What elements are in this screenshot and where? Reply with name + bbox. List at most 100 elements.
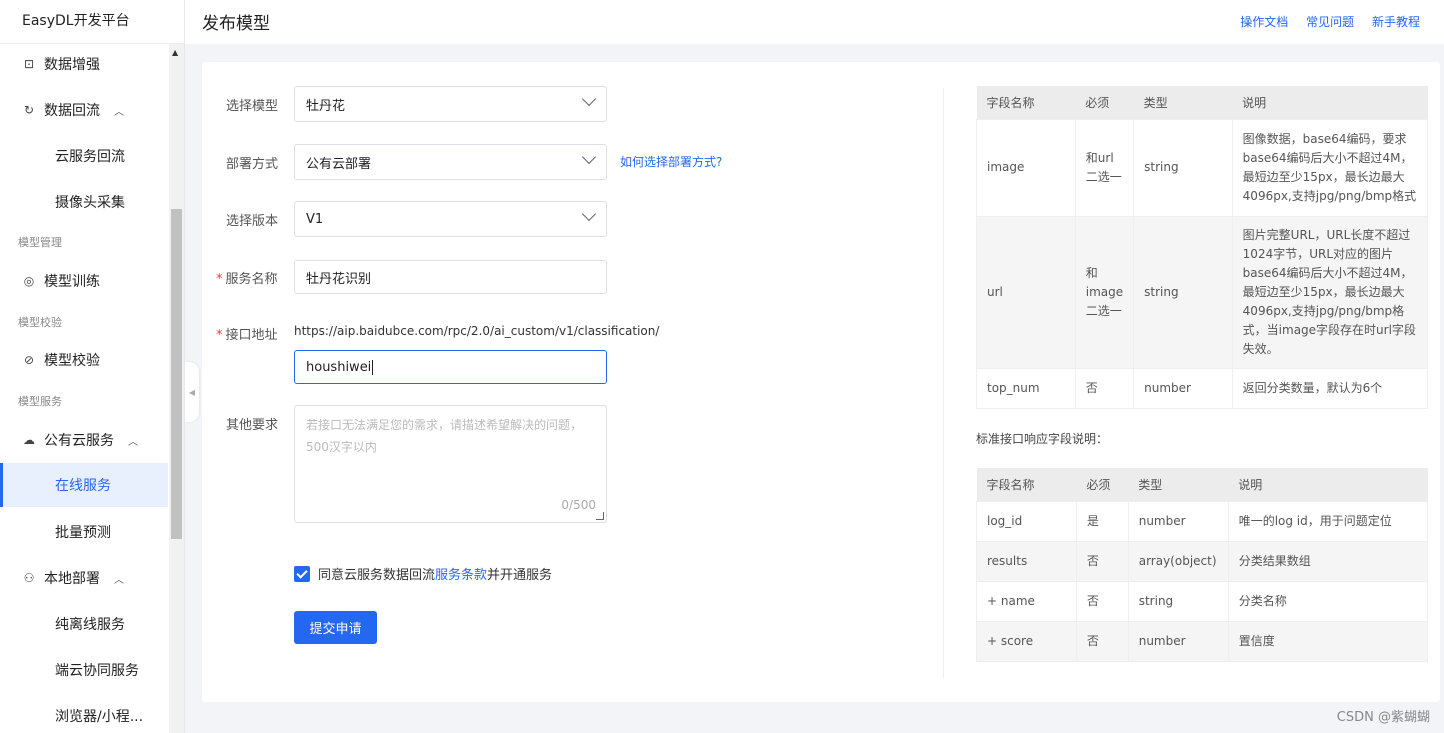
endpoint-label-text: 接口地址 — [225, 328, 278, 343]
table-row: top_num 否 number 返回分类数量，默认为6个 — [976, 367, 1429, 409]
table-cell: 返回分类数量，默认为6个 — [1231, 367, 1429, 409]
table-row: log_id 是 number 唯一的log id，用于问题定位 — [976, 500, 1429, 542]
service-name-input[interactable]: 牡丹花识别 — [294, 260, 607, 294]
sidebar-item-local-deploy[interactable]: ⚇ 本地部署 ︿ — [0, 558, 168, 598]
response-params-table: 字段名称 必须 类型 说明 log_id 是 number 唯一的log id，… — [976, 468, 1429, 662]
chevron-left-icon: ◀ — [188, 387, 196, 397]
tutorial-link[interactable]: 新手教程 — [1372, 15, 1420, 29]
sidebar-item-camera-capture[interactable]: 摄像头采集 — [0, 182, 168, 222]
table-cell: 和image二选一 — [1074, 215, 1135, 369]
sidebar-nav: ⊡ 数据增强 ↻ 数据回流 ︿ 云服务回流 摄像头采集 模型管理 ◎ 模型训练 … — [0, 44, 168, 733]
table-cell: 唯一的log id，用于问题定位 — [1227, 500, 1429, 542]
table-cell: 图片完整URL，URL长度不超过1024字节，URL对应的图片base64编码后… — [1231, 215, 1429, 369]
sidebar-item-label: 数据增强 — [44, 57, 100, 73]
table-header-cell: 说明 — [1228, 468, 1428, 501]
sidebar-item-label: 本地部署 — [44, 571, 100, 587]
table-cell: 和url二选一 — [1074, 118, 1135, 217]
sidebar-collapse-handle[interactable]: ◀ — [185, 362, 199, 422]
sidebar-item-offline-service[interactable]: 纯离线服务 — [0, 604, 168, 644]
terms-text-before: 同意云服务数据回流 — [318, 568, 436, 583]
response-section-title: 标准接口响应字段说明： — [976, 432, 1109, 446]
docs-link[interactable]: 操作文档 — [1240, 15, 1288, 29]
table-cell: results — [976, 540, 1077, 582]
terms-link[interactable]: 服务条款 — [435, 564, 487, 583]
text-cursor — [372, 359, 374, 375]
version-select[interactable]: V1 — [294, 201, 607, 237]
chevron-down-icon — [581, 91, 597, 107]
table-cell: string — [1127, 580, 1229, 622]
table-cell: + score — [976, 620, 1077, 662]
table-cell: string — [1133, 215, 1233, 369]
faq-link[interactable]: 常见问题 — [1306, 15, 1354, 29]
version-select-value: V1 — [306, 211, 324, 227]
char-counter: 0/500 — [561, 498, 596, 512]
table-cell: number — [1127, 500, 1229, 542]
table-row: results 否 array(object) 分类结果数组 — [976, 540, 1429, 582]
endpoint-suffix-input[interactable]: houshiwei — [294, 350, 607, 384]
textarea-placeholder: 若接口无法满足您的需求，请描述希望解决的问题，500汉字以内 — [306, 418, 583, 454]
table-cell: 分类名称 — [1227, 580, 1429, 622]
table-cell: image — [976, 118, 1076, 217]
cloud-icon: ☁ — [23, 433, 35, 447]
model-select[interactable]: 牡丹花 — [294, 86, 607, 122]
table-header-cell: 字段名称 — [976, 86, 1076, 119]
table-cell: log_id — [976, 500, 1077, 542]
sidebar-item-label: 批量预测 — [55, 525, 111, 541]
deploy-select-label: 部署方式 — [226, 157, 279, 172]
sidebar-scrollbar[interactable]: ▲ — [169, 44, 184, 733]
table-header-cell: 必须 — [1076, 468, 1129, 501]
deploy-select-value: 公有云部署 — [306, 156, 372, 172]
group-label-model-service: 模型服务 — [18, 395, 62, 408]
sidebar-item-online-service[interactable]: 在线服务 — [0, 463, 168, 507]
table-cell: 是 — [1075, 500, 1129, 542]
deploy-help-link[interactable]: 如何选择部署方式? — [620, 153, 722, 170]
table-cell: string — [1133, 118, 1233, 217]
sidebar-item-model-validation[interactable]: ⊘ 模型校验 — [0, 340, 168, 380]
sidebar-item-public-cloud[interactable]: ☁ 公有云服务 ︿ — [0, 420, 168, 460]
table-cell: 否 — [1075, 540, 1129, 582]
resize-handle-icon[interactable] — [596, 512, 604, 520]
sidebar-item-cloud-reflow[interactable]: 云服务回流 — [0, 136, 168, 176]
sidebar-item-data-augment[interactable]: ⊡ 数据增强 — [0, 44, 168, 84]
page-title: 发布模型 — [202, 14, 270, 34]
table-cell: top_num — [976, 367, 1076, 409]
table-header-cell: 类型 — [1128, 468, 1229, 501]
check-circle-icon: ⊘ — [23, 353, 35, 367]
other-requirements-label: 其他要求 — [226, 418, 279, 433]
sidebar-item-label: 模型校验 — [44, 353, 100, 369]
table-row: url 和image二选一 string 图片完整URL，URL长度不超过102… — [976, 215, 1429, 369]
table-header-row: 字段名称 必须 类型 说明 — [976, 468, 1428, 501]
scrollbar-thumb[interactable] — [171, 209, 182, 539]
local-deploy-icon: ⚇ — [23, 571, 35, 585]
sidebar-item-label: 浏览器/小程... — [55, 709, 144, 725]
request-params-table: 字段名称 必须 类型 说明 image 和url二选一 string 图像数据，… — [976, 86, 1429, 409]
sidebar-item-edge-cloud[interactable]: 端云协同服务 — [0, 650, 168, 690]
sidebar-item-data-reflow[interactable]: ↻ 数据回流 ︿ — [0, 90, 168, 130]
table-cell: 否 — [1075, 620, 1129, 662]
sidebar-item-label: 端云协同服务 — [55, 663, 139, 679]
chevron-down-icon — [581, 149, 597, 165]
table-cell: + name — [976, 580, 1077, 622]
endpoint-url-prefix: https://aip.baidubce.com/rpc/2.0/ai_cust… — [294, 324, 660, 338]
terms-agreement: 同意云服务数据回流 服务条款 并开通服务 — [294, 564, 552, 583]
submit-button[interactable]: 提交申请 — [294, 611, 377, 644]
sidebar-item-model-train[interactable]: ◎ 模型训练 — [0, 261, 168, 301]
service-name-value: 牡丹花识别 — [306, 271, 372, 287]
sidebar-item-batch-predict[interactable]: 批量预测 — [0, 512, 168, 552]
sidebar-item-label: 纯离线服务 — [55, 617, 125, 633]
brand-title[interactable]: EasyDL开发平台 — [0, 0, 184, 44]
required-mark: * — [216, 272, 223, 287]
deploy-select[interactable]: 公有云部署 — [294, 144, 607, 180]
table-cell: number — [1127, 620, 1229, 662]
table-row: + score 否 number 置信度 — [976, 620, 1429, 662]
scroll-up-arrow-icon[interactable]: ▲ — [172, 48, 178, 57]
table-cell: array(object) — [1127, 540, 1229, 582]
table-cell: url — [976, 215, 1076, 369]
sidebar-item-browser-miniapp[interactable]: 浏览器/小程... — [0, 696, 168, 733]
sidebar-item-label: 公有云服务 — [44, 433, 114, 449]
terms-checkbox[interactable] — [294, 565, 310, 582]
model-train-icon: ◎ — [23, 274, 35, 288]
other-requirements-textarea[interactable]: 若接口无法满足您的需求，请描述希望解决的问题，500汉字以内 0/500 — [294, 405, 607, 523]
group-label-model-management: 模型管理 — [18, 236, 62, 249]
table-cell: number — [1133, 367, 1233, 409]
